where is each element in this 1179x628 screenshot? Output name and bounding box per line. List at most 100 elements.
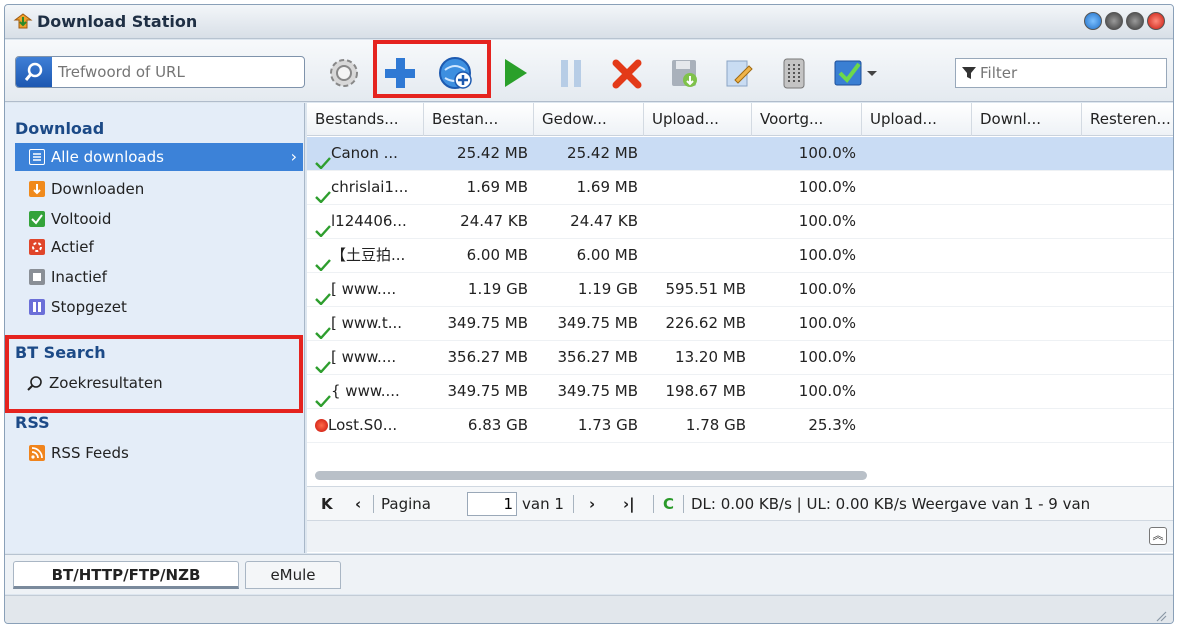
cell-downloaded: 1.73 GB <box>577 416 638 434</box>
cell-filename: [ www.t... <box>315 307 423 341</box>
column-header-progress[interactable]: Voortg... <box>752 103 862 136</box>
toolbar <box>5 40 1173 102</box>
bottom-tab-bar: BT/HTTP/FTP/NZB eMule <box>5 554 1173 594</box>
cell-size: 6.00 MB <box>466 246 528 264</box>
checkmark-icon <box>315 182 331 204</box>
table-row[interactable]: chrislai1... 1.69 MB 1.69 MB 100.0% <box>307 171 1173 205</box>
cell-size: 1.69 MB <box>466 178 528 196</box>
table-row[interactable]: [ www.... 1.19 GB 1.19 GB 595.51 MB 100.0% <box>307 273 1173 307</box>
cell-size: 6.83 GB <box>467 416 528 434</box>
last-page-icon[interactable]: ›| <box>623 495 635 513</box>
collapse-up-icon[interactable]: ︽ <box>1149 527 1167 545</box>
cell-size: 349.75 MB <box>447 314 529 332</box>
first-page-icon[interactable]: K <box>321 495 333 513</box>
column-header-downloaded[interactable]: Gedow... <box>534 103 644 136</box>
checkmark-icon <box>315 216 331 238</box>
table-row[interactable]: { www.... 349.75 MB 349.75 MB 198.67 MB 100.… <box>307 375 1173 409</box>
sidebar-item-label: Voltooid <box>51 210 112 228</box>
page-number-input[interactable] <box>467 492 517 516</box>
cell-filename: [ www.... <box>315 341 423 375</box>
cell-uploaded <box>644 205 746 239</box>
close-icon[interactable] <box>1147 12 1165 30</box>
cell-uploaded: 13.20 MB <box>675 348 746 366</box>
sidebar-item-downloading[interactable]: Downloaden <box>15 175 303 203</box>
cell-filename: Canon ... <box>315 137 423 171</box>
sidebar-item-active[interactable]: Actief <box>15 233 303 261</box>
edit-icon[interactable] <box>717 52 759 94</box>
cell-uploaded: 595.51 MB <box>665 280 747 298</box>
filter-input[interactable] <box>980 63 1160 83</box>
column-header-uploaded[interactable]: Upload... <box>644 103 752 136</box>
table-row[interactable]: [ www.t... 349.75 MB 349.75 MB 226.62 MB 100… <box>307 307 1173 341</box>
settings-icon[interactable] <box>323 52 365 94</box>
search-icon[interactable] <box>16 57 52 87</box>
tab-bt-http-ftp-nzb[interactable]: BT/HTTP/FTP/NZB <box>13 561 239 589</box>
sidebar-item-all-downloads[interactable]: Alle downloads › <box>15 143 303 171</box>
list-icon <box>29 149 45 165</box>
column-header-upload-speed[interactable]: Upload... <box>862 103 972 136</box>
checkmark-icon <box>315 148 331 170</box>
filter-icon <box>961 65 977 81</box>
window-title: Download Station <box>37 12 198 31</box>
bt-search-section-title: BT Search <box>15 343 106 362</box>
table-row[interactable]: Lost.S0... 6.83 GB 1.73 GB 1.78 GB 25.3% <box>307 409 1173 443</box>
search-input[interactable] <box>58 61 298 83</box>
pause-icon[interactable] <box>550 52 592 94</box>
sidebar-item-rss-feeds[interactable]: RSS Feeds <box>15 439 303 467</box>
cell-uploaded: 226.62 MB <box>665 314 747 332</box>
help-icon[interactable] <box>1084 12 1102 30</box>
next-page-icon[interactable]: › <box>589 495 595 513</box>
title-bar: Download Station <box>5 5 1173 39</box>
search-box[interactable] <box>15 56 305 88</box>
column-header-filename[interactable]: Bestands... <box>307 103 424 136</box>
table-row[interactable]: 【土豆拍... 6.00 MB 6.00 MB 100.0% <box>307 239 1173 273</box>
column-header-remaining[interactable]: Resteren... <box>1082 103 1173 136</box>
download-section-title: Download <box>15 119 105 138</box>
error-icon <box>315 419 328 432</box>
cell-downloaded: 349.75 MB <box>557 314 639 332</box>
pagination-bar: K ‹ Pagina van 1 › ›| C DL: 0.00 KB/s | … <box>307 486 1173 520</box>
cell-size: 24.47 KB <box>460 212 528 230</box>
sidebar-item-stopped[interactable]: Stopgezet <box>15 293 303 321</box>
refresh-icon[interactable]: C <box>663 495 674 513</box>
resize-grip-icon[interactable] <box>1155 608 1167 622</box>
table-row[interactable]: Canon ... 25.42 MB 25.42 MB 100.0% <box>307 137 1173 171</box>
checkmark-icon <box>315 250 331 272</box>
minimize-icon[interactable] <box>1105 12 1123 30</box>
maximize-icon[interactable] <box>1126 12 1144 30</box>
add-icon[interactable] <box>379 52 421 94</box>
sidebar-item-completed[interactable]: Voltooid <box>15 205 303 233</box>
cell-filename: l124406... <box>315 205 423 239</box>
filter-box[interactable] <box>955 58 1167 88</box>
checkmark-icon <box>315 386 331 408</box>
column-header-size[interactable]: Bestan... <box>424 103 534 136</box>
downloading-icon <box>29 181 45 197</box>
cell-filename: chrislai1... <box>315 171 423 205</box>
download-grid: Bestands... Bestan... Gedow... Upload...… <box>307 103 1173 553</box>
table-row[interactable]: l124406... 24.47 KB 24.47 KB 100.0% <box>307 205 1173 239</box>
prev-page-icon[interactable]: ‹ <box>355 495 361 513</box>
select-icon[interactable] <box>829 52 885 94</box>
search-icon <box>27 375 43 391</box>
tab-emule[interactable]: eMule <box>245 561 341 589</box>
delete-icon[interactable] <box>607 52 649 94</box>
sidebar-item-inactive[interactable]: Inactief <box>15 263 303 291</box>
cell-progress: 100.0% <box>798 348 856 366</box>
sidebar-item-label: Actief <box>51 238 94 256</box>
start-icon[interactable] <box>493 52 535 94</box>
table-row[interactable]: [ www.... 356.27 MB 356.27 MB 13.20 MB 100.0… <box>307 341 1173 375</box>
sidebar-item-search-results[interactable]: Zoekresultaten <box>15 369 303 397</box>
active-icon <box>29 239 45 255</box>
cell-filename: { www.... <box>315 375 423 409</box>
cell-filename: [ www.... <box>315 273 423 307</box>
sidebar-item-label: Alle downloads <box>51 148 164 166</box>
save-icon[interactable] <box>663 52 705 94</box>
column-header-download-speed[interactable]: Downl... <box>972 103 1082 136</box>
clear-icon[interactable] <box>773 52 815 94</box>
cell-progress: 100.0% <box>798 144 856 162</box>
cell-downloaded: 1.19 GB <box>577 280 638 298</box>
grid-header: Bestands... Bestan... Gedow... Upload...… <box>307 103 1173 136</box>
horizontal-scrollbar[interactable] <box>315 471 867 480</box>
sidebar-item-label: Downloaden <box>51 180 145 198</box>
add-url-icon[interactable] <box>435 52 477 94</box>
